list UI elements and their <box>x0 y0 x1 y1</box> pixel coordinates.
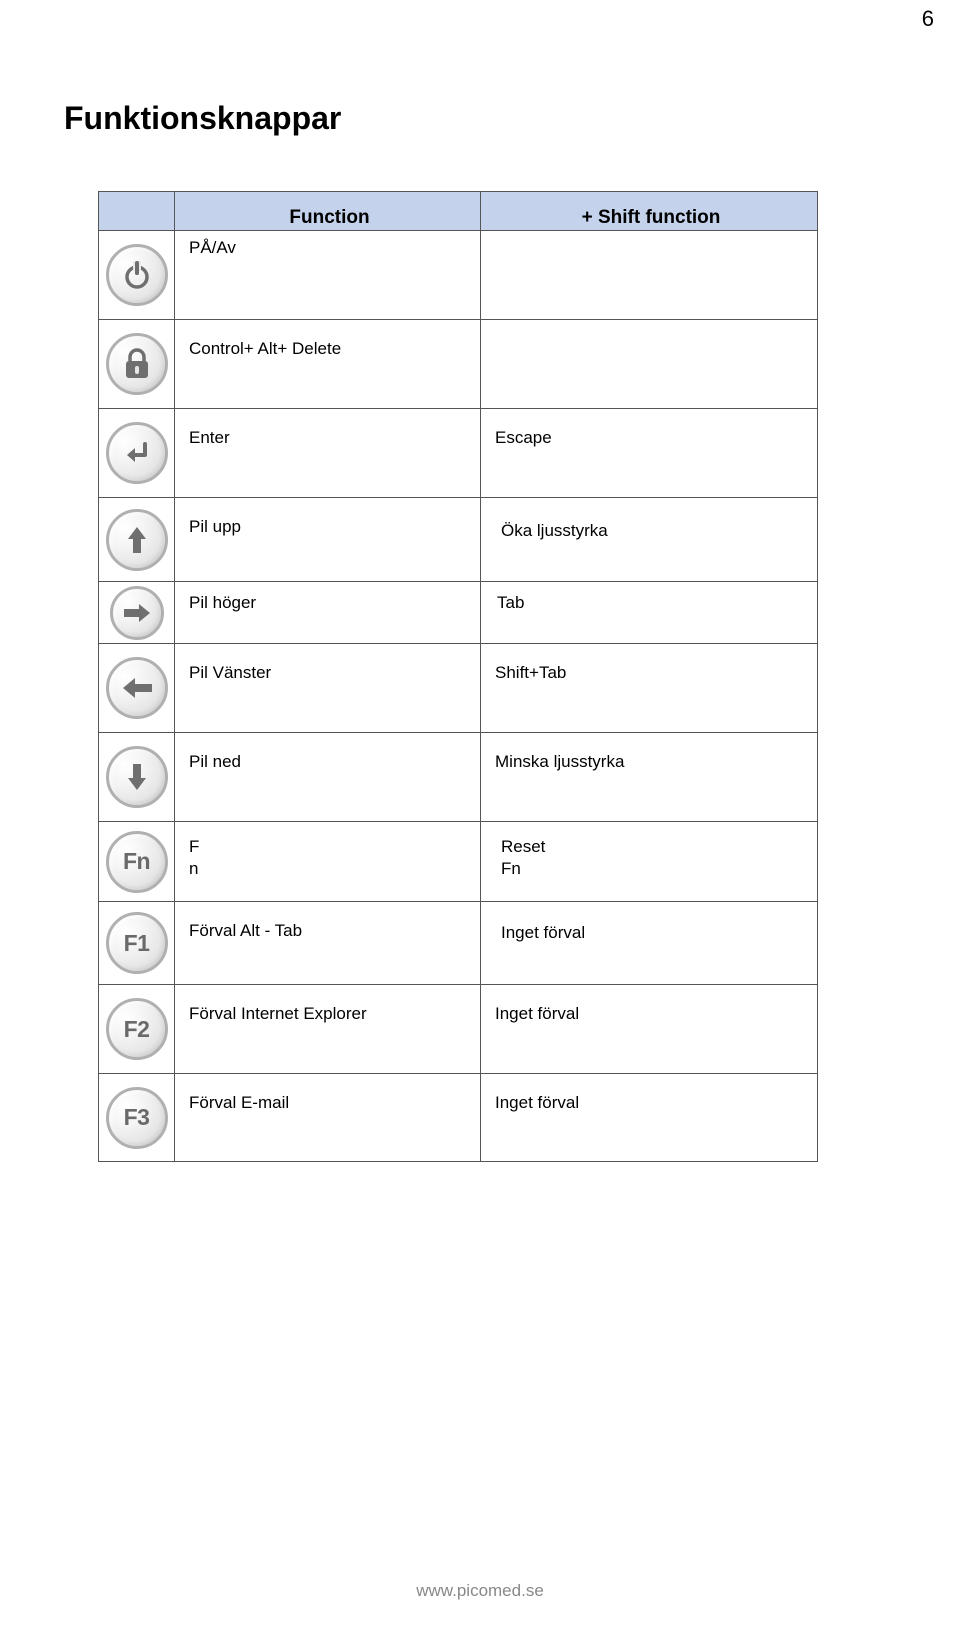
shift-cell: Inget förval <box>481 902 817 984</box>
icon-cell <box>99 320 175 408</box>
icon-cell: F3 <box>99 1074 175 1161</box>
table-row: Pil ned Minska ljusstyrka <box>98 732 818 821</box>
power-icon <box>106 244 168 306</box>
function-cell: F n <box>175 822 481 901</box>
content: Funktionsknappar Function + Shift functi… <box>0 0 960 1162</box>
fn-icon: Fn <box>106 831 168 893</box>
function-cell: Förval Alt - Tab <box>175 902 481 984</box>
arrow-right-icon <box>110 586 164 640</box>
lock-icon <box>106 333 168 395</box>
function-text: F <box>189 836 199 858</box>
function-text: PÅ/Av <box>189 237 236 259</box>
shift-text: Tab <box>497 592 524 614</box>
shift-cell: Reset Fn <box>481 822 817 901</box>
function-text: Pil Vänster <box>189 662 271 684</box>
function-cell: Pil höger <box>175 582 481 643</box>
function-cell: Enter <box>175 409 481 497</box>
shift-text-line2: Fn <box>501 858 521 880</box>
table-row: Enter Escape <box>98 408 818 497</box>
icon-cell: F1 <box>99 902 175 984</box>
function-cell: Pil ned <box>175 733 481 821</box>
shift-cell: Öka ljusstyrka <box>481 498 817 581</box>
shift-cell <box>481 320 817 408</box>
table-row: PÅ/Av <box>98 230 818 319</box>
function-text: Förval Internet Explorer <box>189 1003 367 1025</box>
function-text: Pil ned <box>189 751 241 773</box>
shift-cell: Escape <box>481 409 817 497</box>
table-row: Pil upp Öka ljusstyrka <box>98 497 818 581</box>
shift-text: Reset <box>501 836 545 858</box>
function-cell: Förval E-mail <box>175 1074 481 1161</box>
icon-cell <box>99 582 175 643</box>
function-text: Control+ Alt+ Delete <box>189 338 341 360</box>
function-text: Pil höger <box>189 592 256 614</box>
shift-text: Minska ljusstyrka <box>495 751 624 773</box>
table-row: F3 Förval E-mail Inget förval <box>98 1073 818 1162</box>
f3-icon: F3 <box>106 1087 168 1149</box>
table-row: Pil Vänster Shift+Tab <box>98 643 818 732</box>
function-text-line2: n <box>189 858 198 880</box>
arrow-up-icon <box>106 509 168 571</box>
function-text: Enter <box>189 427 230 449</box>
function-cell: PÅ/Av <box>175 231 481 319</box>
shift-text: Inget förval <box>495 1003 579 1025</box>
shift-cell: Inget förval <box>481 985 817 1073</box>
icon-cell <box>99 231 175 319</box>
table-row: Fn F n Reset Fn <box>98 821 818 901</box>
f1-icon: F1 <box>106 912 168 974</box>
page-number: 6 <box>922 6 934 32</box>
icon-cell: F2 <box>99 985 175 1073</box>
table-row: Pil höger Tab <box>98 581 818 643</box>
enter-icon <box>106 422 168 484</box>
page-title: Funktionsknappar <box>64 100 896 137</box>
shift-cell: Inget förval <box>481 1074 817 1161</box>
shift-text: Öka ljusstyrka <box>501 520 608 542</box>
f3-icon-text: F3 <box>124 1104 150 1131</box>
icon-cell <box>99 644 175 732</box>
table-row: F1 Förval Alt - Tab Inget förval <box>98 901 818 984</box>
header-shift-cell: + Shift function <box>481 192 817 230</box>
function-text: Förval E-mail <box>189 1092 289 1114</box>
fn-icon-text: Fn <box>123 848 150 875</box>
icon-cell <box>99 409 175 497</box>
function-cell: Pil upp <box>175 498 481 581</box>
footer-url: www.picomed.se <box>0 1581 960 1601</box>
icon-cell <box>99 498 175 581</box>
function-cell: Control+ Alt+ Delete <box>175 320 481 408</box>
arrow-left-icon <box>106 657 168 719</box>
shift-text: Inget förval <box>501 922 585 944</box>
table-row: F2 Förval Internet Explorer Inget förval <box>98 984 818 1073</box>
table-header-row: Function + Shift function <box>98 191 818 230</box>
table-row: Control+ Alt+ Delete <box>98 319 818 408</box>
shift-text: Inget förval <box>495 1092 579 1114</box>
function-table: Function + Shift function PÅ/Av <box>98 191 818 1162</box>
shift-cell: Tab <box>481 582 817 643</box>
f2-icon-text: F2 <box>124 1016 150 1043</box>
f2-icon: F2 <box>106 998 168 1060</box>
shift-cell <box>481 231 817 319</box>
function-cell: Pil Vänster <box>175 644 481 732</box>
function-text: Pil upp <box>189 516 241 538</box>
shift-cell: Minska ljusstyrka <box>481 733 817 821</box>
shift-text: Shift+Tab <box>495 662 566 684</box>
function-cell: Förval Internet Explorer <box>175 985 481 1073</box>
header-function-cell: Function <box>175 192 481 230</box>
f1-icon-text: F1 <box>124 930 150 957</box>
shift-text: Escape <box>495 427 552 449</box>
icon-cell <box>99 733 175 821</box>
header-icon-cell <box>99 192 175 230</box>
function-text: Förval Alt - Tab <box>189 920 302 942</box>
arrow-down-icon <box>106 746 168 808</box>
icon-cell: Fn <box>99 822 175 901</box>
shift-cell: Shift+Tab <box>481 644 817 732</box>
